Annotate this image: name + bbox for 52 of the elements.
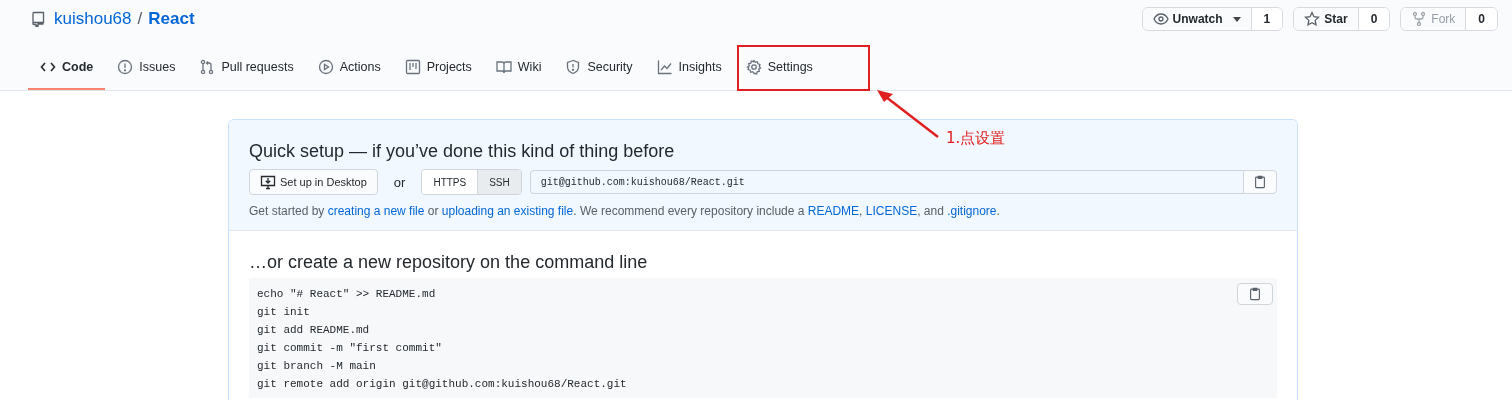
nav-tab[interactable]: Projects	[392, 47, 484, 90]
project-board-icon	[404, 59, 421, 75]
star-icon	[1304, 11, 1321, 27]
nav-tab[interactable]: Insights	[644, 47, 734, 90]
star-button[interactable]: Star	[1294, 8, 1359, 30]
nav-tab[interactable]: Code	[28, 47, 106, 90]
code-line: git add README.md	[257, 323, 370, 338]
code-line: echo "# React" >> README.md	[257, 287, 436, 302]
path-separator: /	[137, 9, 143, 29]
annotation-label: 1.点设置	[946, 129, 1006, 148]
desktop-icon	[260, 174, 276, 190]
instructions-text: Get started by creating a new file or uploading an existing file. We recommend every repository include a README, LICENSE, and .gitignore.	[249, 204, 1001, 218]
nav-tab[interactable]: Actions	[305, 47, 393, 90]
settings-icon	[745, 59, 762, 75]
text-link[interactable]: .gitignore	[947, 204, 997, 218]
text-link[interactable]: creating a new file	[327, 204, 425, 218]
or-text: or	[393, 174, 406, 190]
code-line: git init	[257, 305, 310, 320]
watch-count[interactable]: 1	[1251, 8, 1283, 30]
pull-request-icon	[199, 59, 216, 75]
play-icon	[317, 59, 334, 75]
nav-tab[interactable]: Issues	[105, 47, 188, 90]
clone-url-field[interactable]: git@github.com:kuishou68/React.git	[529, 170, 1243, 194]
repo-name-link[interactable]: React	[148, 9, 195, 29]
nav-tab[interactable]: Settings	[733, 47, 825, 90]
book-icon	[495, 59, 512, 75]
eye-icon	[1152, 11, 1169, 27]
code-line: git commit -m "first commit"	[257, 341, 442, 356]
section-heading: …or create a new repository on the command line	[249, 252, 648, 273]
watch-button[interactable]: Unwatch	[1142, 8, 1252, 30]
protocol-button[interactable]: SSH	[477, 170, 521, 194]
shield-icon	[565, 59, 582, 75]
repository-icon	[30, 11, 46, 27]
protocol-button[interactable]: HTTPS	[422, 170, 478, 194]
star-count[interactable]: 0	[1358, 8, 1390, 30]
desktop-button[interactable]: Set up in Desktop	[249, 169, 378, 195]
copy-button[interactable]	[1243, 170, 1277, 194]
caret-icon	[1232, 16, 1241, 22]
nav-tab[interactable]: Pull requests	[187, 47, 306, 90]
code-line: git remote add origin git@github.com:kuishou68/React.git	[257, 377, 627, 392]
fork-icon	[1411, 11, 1428, 27]
repo-owner-link[interactable]: kuishou68	[54, 9, 132, 29]
copy-button[interactable]	[1237, 283, 1273, 305]
nav-tab[interactable]: Security	[553, 47, 645, 90]
section-heading: Quick setup — if you’ve done this kind of thing before	[249, 141, 675, 162]
code-line: git branch -M main	[257, 359, 376, 374]
annotation-arrow	[877, 90, 939, 138]
clipboard-icon	[1248, 287, 1262, 301]
clipboard-icon	[1253, 175, 1267, 189]
issue-icon	[117, 59, 134, 75]
nav-tab[interactable]: Wiki	[483, 47, 554, 90]
graph-icon	[656, 59, 673, 75]
